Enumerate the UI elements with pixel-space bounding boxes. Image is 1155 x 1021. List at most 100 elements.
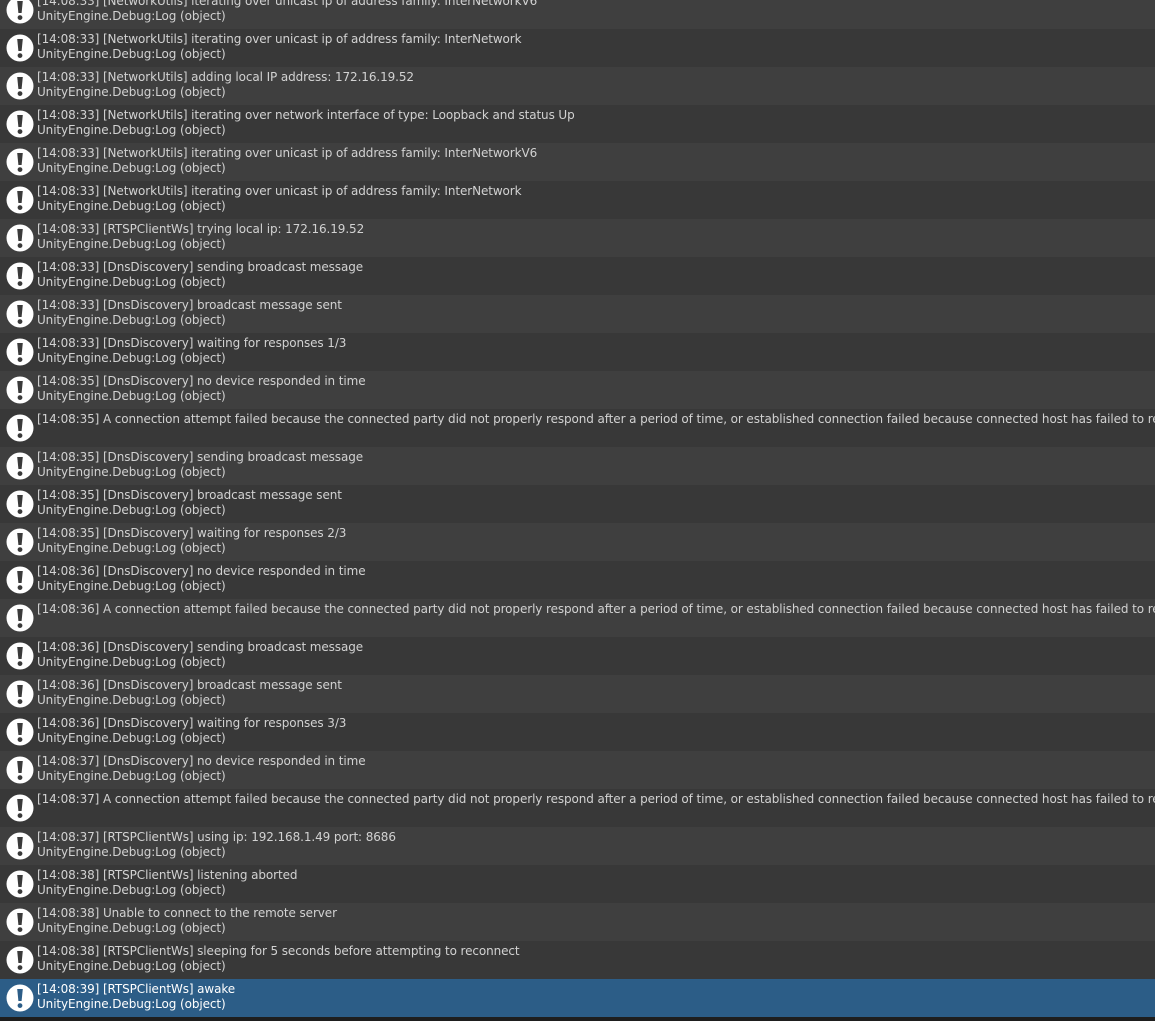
log-stack-trace: UnityEngine.Debug:Log (object) xyxy=(37,123,226,137)
console-log-list: [14:08:33] [NetworkUtils] iterating over… xyxy=(0,0,1155,1017)
log-message: [14:08:38] [RTSPClientWs] sleeping for 5… xyxy=(37,944,520,958)
info-icon xyxy=(6,756,34,784)
log-entry[interactable]: [14:08:39] [RTSPClientWs] awake UnityEngi… xyxy=(0,979,1155,1017)
log-message: [14:08:33] [NetworkUtils] iterating over… xyxy=(37,184,522,198)
info-icon xyxy=(6,414,34,442)
log-entry[interactable]: [14:08:33] [NetworkUtils] iterating over… xyxy=(0,29,1155,67)
log-entry[interactable]: [14:08:36] [DnsDiscovery] broadcast mess… xyxy=(0,675,1155,713)
log-stack-trace: UnityEngine.Debug:Log (object) xyxy=(37,351,226,365)
log-stack-trace: UnityEngine.Debug:Log (object) xyxy=(37,9,226,23)
log-entry[interactable]: [14:08:35] [DnsDiscovery] sending broadc… xyxy=(0,447,1155,485)
info-icon xyxy=(6,300,34,328)
log-stack-trace: UnityEngine.Debug:Log (object) xyxy=(37,921,226,935)
log-entry[interactable]: [14:08:35] [DnsDiscovery] waiting for re… xyxy=(0,523,1155,561)
info-icon xyxy=(6,452,34,480)
log-stack-trace: UnityEngine.Debug:Log (object) xyxy=(37,237,226,251)
log-message: [14:08:36] [DnsDiscovery] broadcast mess… xyxy=(37,678,342,692)
info-icon xyxy=(6,566,34,594)
log-stack-trace: UnityEngine.Debug:Log (object) xyxy=(37,275,226,289)
log-message: [14:08:36] [DnsDiscovery] sending broadc… xyxy=(37,640,364,654)
log-message: [14:08:33] [NetworkUtils] iterating over… xyxy=(37,146,538,160)
log-entry[interactable]: [14:08:36] [DnsDiscovery] sending broadc… xyxy=(0,637,1155,675)
log-message: [14:08:36] A connection attempt failed b… xyxy=(37,602,1155,616)
log-message: [14:08:35] [DnsDiscovery] no device resp… xyxy=(37,374,366,388)
log-entry[interactable]: [14:08:38] [RTSPClientWs] listening abor… xyxy=(0,865,1155,903)
log-entry[interactable]: [14:08:35] A connection attempt failed b… xyxy=(0,409,1155,447)
log-message: [14:08:33] [RTSPClientWs] trying local i… xyxy=(37,222,365,236)
log-entry[interactable]: [14:08:33] [RTSPClientWs] trying local i… xyxy=(0,219,1155,257)
log-stack-trace: UnityEngine.Debug:Log (object) xyxy=(37,389,226,403)
log-entry[interactable]: [14:08:33] [NetworkUtils] iterating over… xyxy=(0,0,1155,29)
log-entry[interactable]: [14:08:36] [DnsDiscovery] no device resp… xyxy=(0,561,1155,599)
info-icon xyxy=(6,794,34,822)
log-stack-trace: UnityEngine.Debug:Log (object) xyxy=(37,883,226,897)
info-icon xyxy=(6,338,34,366)
log-stack-trace: UnityEngine.Debug:Log (object) xyxy=(37,85,226,99)
log-message: [14:08:35] [DnsDiscovery] broadcast mess… xyxy=(37,488,342,502)
info-icon xyxy=(6,148,34,176)
info-icon xyxy=(6,490,34,518)
log-stack-trace: UnityEngine.Debug:Log (object) xyxy=(37,693,226,707)
log-entry[interactable]: [14:08:35] [DnsDiscovery] broadcast mess… xyxy=(0,485,1155,523)
log-entry[interactable]: [14:08:38] [RTSPClientWs] sleeping for 5… xyxy=(0,941,1155,979)
log-message: [14:08:33] [NetworkUtils] iterating over… xyxy=(37,0,538,8)
info-icon xyxy=(6,832,34,860)
log-stack-trace: UnityEngine.Debug:Log (object) xyxy=(37,579,226,593)
log-entry[interactable]: [14:08:33] [DnsDiscovery] waiting for re… xyxy=(0,333,1155,371)
log-entry[interactable]: [14:08:37] [RTSPClientWs] using ip: 192.… xyxy=(0,827,1155,865)
log-message: [14:08:35] A connection attempt failed b… xyxy=(37,412,1155,426)
log-stack-trace: UnityEngine.Debug:Log (object) xyxy=(37,465,226,479)
info-icon xyxy=(6,642,34,670)
log-stack-trace: UnityEngine.Debug:Log (object) xyxy=(37,541,226,555)
log-stack-trace: UnityEngine.Debug:Log (object) xyxy=(37,199,226,213)
log-entry[interactable]: [14:08:36] [DnsDiscovery] waiting for re… xyxy=(0,713,1155,751)
log-entry[interactable]: [14:08:38] Unable to connect to the remo… xyxy=(0,903,1155,941)
log-message: [14:08:37] [RTSPClientWs] using ip: 192.… xyxy=(37,830,396,844)
log-entry[interactable]: [14:08:36] A connection attempt failed b… xyxy=(0,599,1155,637)
log-message: [14:08:37] [DnsDiscovery] no device resp… xyxy=(37,754,366,768)
log-stack-trace: UnityEngine.Debug:Log (object) xyxy=(37,47,226,61)
log-stack-trace: UnityEngine.Debug:Log (object) xyxy=(37,161,226,175)
info-icon xyxy=(6,262,34,290)
info-icon xyxy=(6,984,34,1012)
log-stack-trace: UnityEngine.Debug:Log (object) xyxy=(37,503,226,517)
log-stack-trace: UnityEngine.Debug:Log (object) xyxy=(37,959,226,973)
info-icon xyxy=(6,870,34,898)
log-message: [14:08:36] [DnsDiscovery] no device resp… xyxy=(37,564,366,578)
info-icon xyxy=(6,718,34,746)
log-message: [14:08:38] [RTSPClientWs] listening abor… xyxy=(37,868,298,882)
info-icon xyxy=(6,224,34,252)
log-message: [14:08:35] [DnsDiscovery] sending broadc… xyxy=(37,450,364,464)
info-icon xyxy=(6,528,34,556)
info-icon xyxy=(6,908,34,936)
info-icon xyxy=(6,680,34,708)
log-message: [14:08:33] [DnsDiscovery] sending broadc… xyxy=(37,260,364,274)
log-message: [14:08:33] [NetworkUtils] adding local I… xyxy=(37,70,414,84)
log-entry[interactable]: [14:08:33] [NetworkUtils] adding local I… xyxy=(0,67,1155,105)
log-message: [14:08:37] A connection attempt failed b… xyxy=(37,792,1155,806)
info-icon xyxy=(6,946,34,974)
log-entry[interactable]: [14:08:37] A connection attempt failed b… xyxy=(0,789,1155,827)
info-icon xyxy=(6,376,34,404)
info-icon xyxy=(6,0,34,24)
log-entry[interactable]: [14:08:33] [DnsDiscovery] broadcast mess… xyxy=(0,295,1155,333)
log-entry[interactable]: [14:08:33] [NetworkUtils] iterating over… xyxy=(0,143,1155,181)
info-icon xyxy=(6,72,34,100)
info-icon xyxy=(6,34,34,62)
log-message: [14:08:33] [DnsDiscovery] waiting for re… xyxy=(37,336,347,350)
info-icon xyxy=(6,186,34,214)
log-message: [14:08:35] [DnsDiscovery] waiting for re… xyxy=(37,526,347,540)
log-entry[interactable]: [14:08:33] [NetworkUtils] iterating over… xyxy=(0,105,1155,143)
log-entry[interactable]: [14:08:33] [DnsDiscovery] sending broadc… xyxy=(0,257,1155,295)
log-entry[interactable]: [14:08:35] [DnsDiscovery] no device resp… xyxy=(0,371,1155,409)
console-bottom-edge xyxy=(0,1017,1155,1021)
log-stack-trace: UnityEngine.Debug:Log (object) xyxy=(37,845,226,859)
log-entry[interactable]: [14:08:33] [NetworkUtils] iterating over… xyxy=(0,181,1155,219)
log-stack-trace: UnityEngine.Debug:Log (object) xyxy=(37,997,226,1011)
info-icon xyxy=(6,604,34,632)
info-icon xyxy=(6,110,34,138)
log-entry[interactable]: [14:08:37] [DnsDiscovery] no device resp… xyxy=(0,751,1155,789)
log-stack-trace: UnityEngine.Debug:Log (object) xyxy=(37,313,226,327)
log-message: [14:08:38] Unable to connect to the remo… xyxy=(37,906,337,920)
log-stack-trace: UnityEngine.Debug:Log (object) xyxy=(37,731,226,745)
